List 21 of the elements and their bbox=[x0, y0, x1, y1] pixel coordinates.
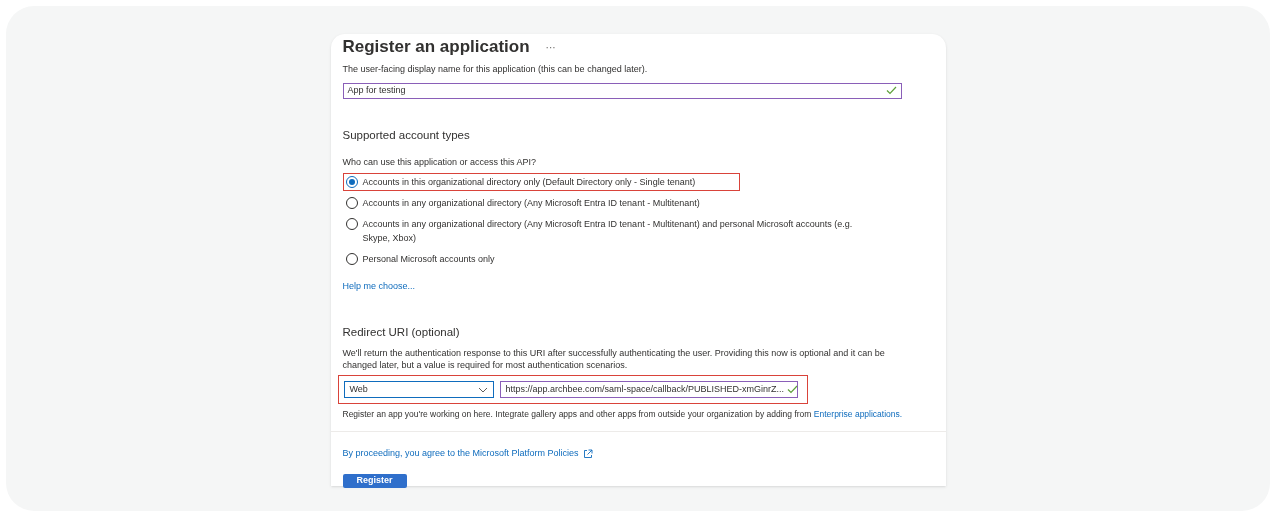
register-button[interactable]: Register bbox=[342, 474, 407, 488]
chevron-down-icon bbox=[477, 386, 488, 393]
enterprise-applications-link[interactable]: Enterprise applications. bbox=[813, 409, 903, 419]
external-link-icon bbox=[582, 448, 593, 459]
radio-option[interactable]: Personal Microsoft accounts only bbox=[342, 250, 903, 269]
radio-option[interactable]: Accounts in any organizational directory (Any Microsoft Entra ID tenant - Multitenant) and personal Microsoft accounts (e.g. Skype, Xbox) bbox=[342, 215, 903, 248]
redirect-uri-input[interactable]: https://app.archbee.com/saml-space/callback/PUBLISHED-xmGinrZ... bbox=[499, 381, 798, 398]
platform-dropdown[interactable]: Web bbox=[343, 381, 494, 398]
redirect-description: We'll return the authentication response to this URI after successfully authenticating the user. Providing this now is optional and it can be changed later, but a value is required for most authentication scenarios. bbox=[342, 347, 886, 371]
registration-note: Register an app you're working on here. Integrate gallery apps and other apps from outside your organization by adding from Enterprise applications. bbox=[342, 408, 904, 421]
policy-link[interactable]: By proceeding, you agree to the Microsoft Platform Policies bbox=[342, 446, 579, 461]
section-heading: Supported account types bbox=[342, 127, 471, 143]
name-input[interactable]: App for testing bbox=[342, 83, 902, 99]
section-heading: Redirect URI (optional) bbox=[342, 324, 461, 340]
field-hint: The user-facing display name for this application (this can be changed later). bbox=[342, 64, 649, 75]
question-label: Who can use this application or access this API? bbox=[342, 155, 538, 169]
page-title: Register an application bbox=[342, 36, 530, 59]
help-link[interactable]: Help me choose... bbox=[342, 280, 942, 294]
radio-option[interactable]: Accounts in any organizational directory (Any Microsoft Entra ID tenant - Multitenant) bbox=[342, 194, 903, 213]
more-button[interactable]: ··· bbox=[545, 39, 556, 55]
radio-option[interactable]: Accounts in this organizational directory only (Default Directory only - Single tenant) bbox=[342, 173, 740, 192]
